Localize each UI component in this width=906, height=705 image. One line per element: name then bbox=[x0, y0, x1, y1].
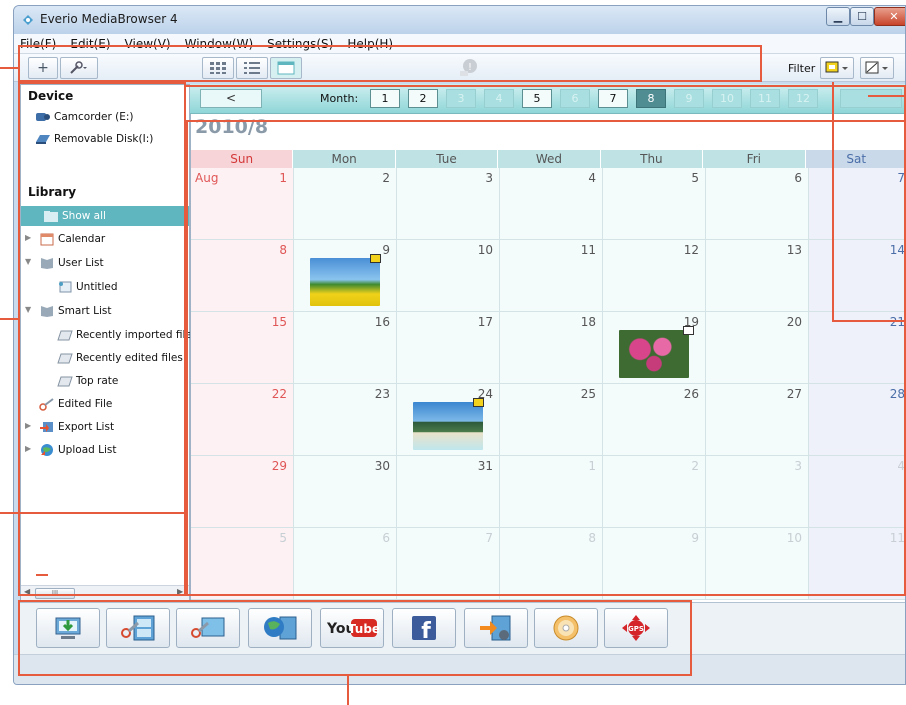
sidebar-callout bbox=[18, 82, 186, 596]
close-button[interactable]: ✕ bbox=[874, 7, 905, 26]
callout-leader bbox=[0, 512, 186, 514]
callout-leader bbox=[868, 95, 906, 97]
app-icon bbox=[23, 15, 33, 25]
minimize-button[interactable]: ▁ bbox=[826, 7, 850, 26]
actionbar-callout bbox=[18, 600, 692, 676]
callout-leader bbox=[36, 574, 48, 576]
maximize-button[interactable]: ☐ bbox=[850, 7, 874, 26]
window-title: Everio MediaBrowser 4 bbox=[40, 12, 178, 26]
callout-leader bbox=[347, 676, 349, 705]
monthbar-callout bbox=[184, 85, 906, 122]
photo-filter-icon[interactable] bbox=[860, 57, 894, 79]
toolbar-callout bbox=[18, 45, 762, 82]
callout-leader bbox=[0, 67, 18, 69]
callout-leader bbox=[0, 318, 18, 320]
title-bar: Everio MediaBrowser 4 ▁ ☐ ✕ bbox=[14, 6, 905, 34]
calendar-callout bbox=[186, 120, 906, 596]
filter-callout bbox=[832, 82, 906, 322]
filter-label: Filter bbox=[788, 62, 816, 75]
video-filter-icon[interactable] bbox=[820, 57, 854, 79]
